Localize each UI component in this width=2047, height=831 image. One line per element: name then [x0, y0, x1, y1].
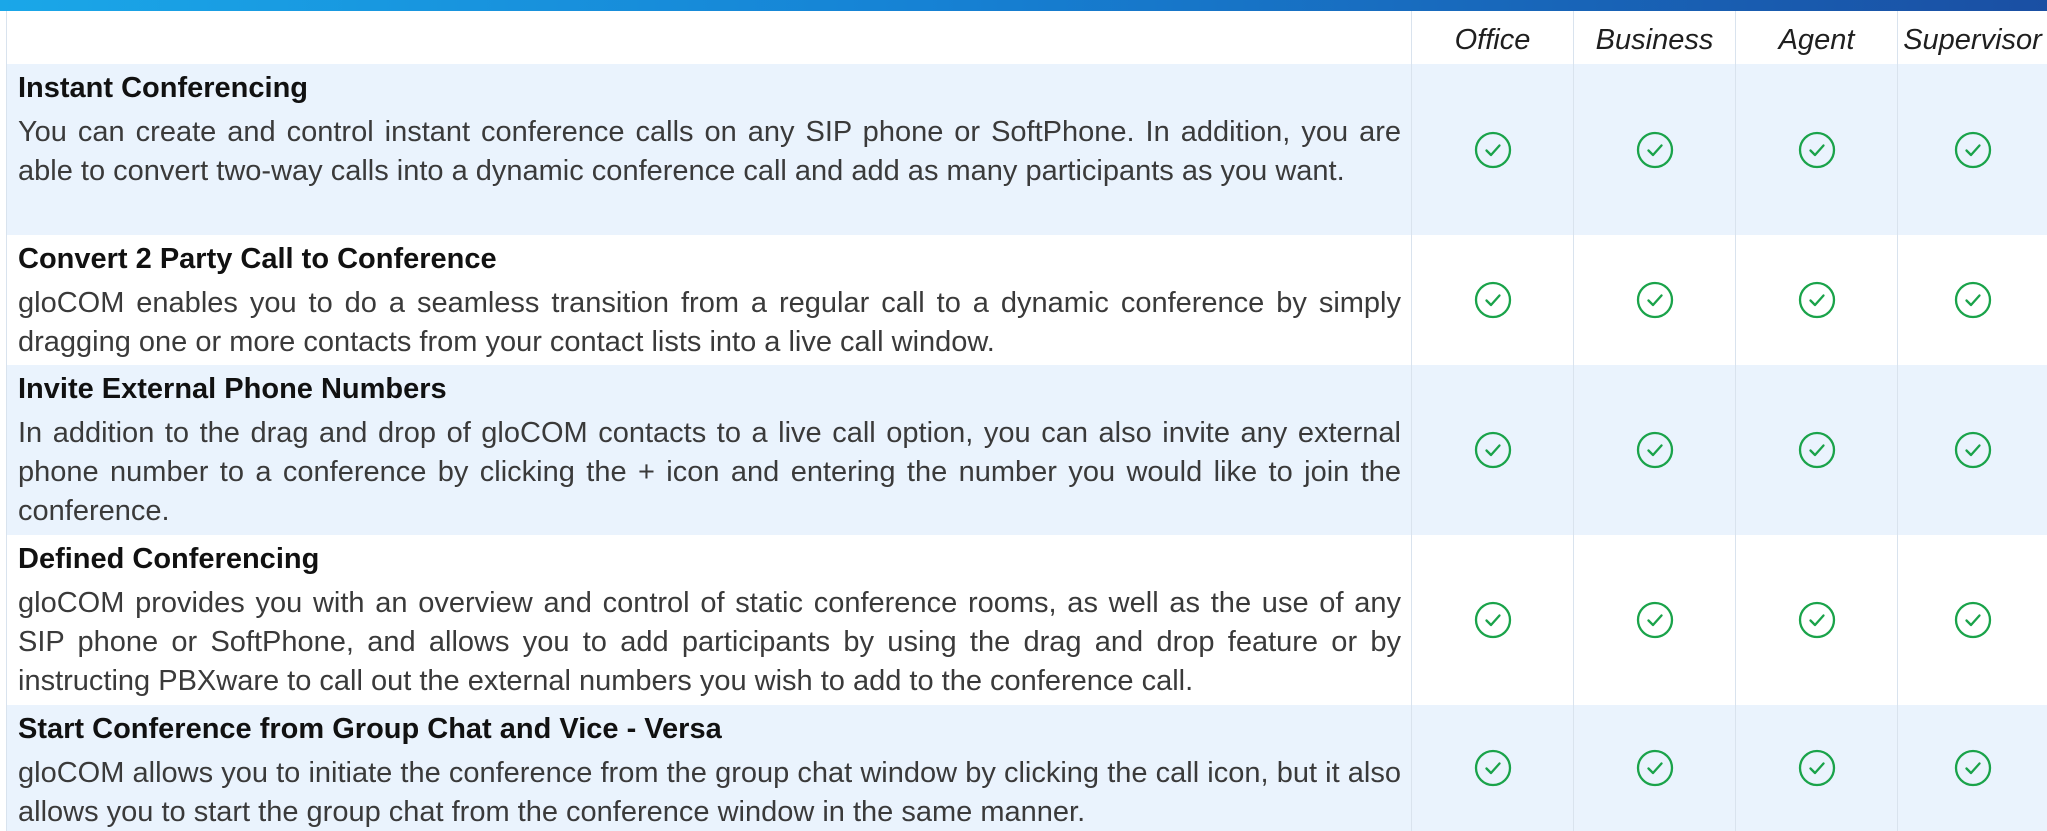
feature-cell: Defined Conferencing gloCOM provides you… — [7, 535, 1412, 705]
feature-description: gloCOM provides you with an overview and… — [18, 587, 1401, 698]
supervisor-check-cell — [1898, 64, 2047, 235]
check-circle-icon — [1636, 601, 1673, 639]
business-check-cell — [1574, 365, 1736, 535]
table-row: Defined Conferencing gloCOM provides you… — [6, 535, 2047, 705]
header-feature-cell — [7, 11, 1412, 64]
business-check-cell — [1574, 705, 1736, 831]
table-row: Instant Conferencing You can create and … — [6, 64, 2047, 235]
check-circle-icon — [1474, 749, 1511, 787]
office-check-cell — [1412, 535, 1574, 705]
check-circle-icon — [1474, 601, 1511, 639]
check-circle-icon — [1954, 131, 1991, 168]
supervisor-check-cell — [1898, 235, 2047, 365]
agent-check-cell — [1736, 64, 1898, 235]
header-supervisor-cell: Supervisor — [1898, 11, 2047, 64]
header-agent-cell: Agent — [1736, 11, 1898, 64]
feature-description: In addition to the drag and drop of gloC… — [18, 417, 1401, 528]
agent-check-cell — [1736, 235, 1898, 365]
check-circle-icon — [1636, 749, 1673, 787]
column-header-business: Business — [1595, 23, 1714, 56]
feature-description: gloCOM enables you to do a seamless tran… — [18, 287, 1401, 359]
check-circle-icon — [1954, 749, 1991, 787]
check-circle-icon — [1636, 431, 1673, 469]
feature-title: Defined Conferencing — [18, 543, 320, 575]
check-circle-icon — [1636, 281, 1673, 319]
check-circle-icon — [1954, 431, 1991, 469]
office-check-cell — [1412, 64, 1574, 235]
check-circle-icon — [1798, 131, 1835, 168]
check-circle-icon — [1954, 281, 1991, 319]
office-check-cell — [1412, 705, 1574, 831]
check-circle-icon — [1798, 431, 1835, 469]
supervisor-check-cell — [1898, 705, 2047, 831]
column-header-agent: Agent — [1778, 23, 1855, 56]
check-circle-icon — [1798, 749, 1835, 787]
business-check-cell — [1574, 64, 1736, 235]
table-row: Invite External Phone Numbers In additio… — [6, 365, 2047, 535]
supervisor-check-cell — [1898, 365, 2047, 535]
agent-check-cell — [1736, 535, 1898, 705]
column-header-supervisor: Supervisor — [1903, 23, 2042, 56]
feature-description: gloCOM allows you to initiate the confer… — [18, 757, 1401, 829]
check-circle-icon — [1798, 601, 1835, 639]
feature-title: Instant Conferencing — [18, 72, 309, 104]
feature-description: You can create and control instant confe… — [18, 116, 1401, 188]
feature-comparison-table: Office Business Agent Supervisor Instant… — [6, 11, 2047, 831]
office-check-cell — [1412, 235, 1574, 365]
feature-comparison-page: Office Business Agent Supervisor Instant… — [0, 0, 2047, 831]
check-circle-icon — [1474, 131, 1511, 168]
agent-check-cell — [1736, 705, 1898, 831]
agent-check-cell — [1736, 365, 1898, 535]
check-circle-icon — [1474, 431, 1511, 469]
feature-cell: Start Conference from Group Chat and Vic… — [7, 705, 1412, 831]
feature-cell: Instant Conferencing You can create and … — [7, 64, 1412, 235]
feature-cell: Invite External Phone Numbers In additio… — [7, 365, 1412, 535]
header-office-cell: Office — [1412, 11, 1574, 64]
feature-title: Start Conference from Group Chat and Vic… — [18, 713, 722, 745]
top-accent-bar — [0, 0, 2047, 11]
business-check-cell — [1574, 535, 1736, 705]
check-circle-icon — [1954, 601, 1991, 639]
table-header-row: Office Business Agent Supervisor — [6, 11, 2047, 64]
check-circle-icon — [1474, 281, 1511, 319]
supervisor-check-cell — [1898, 535, 2047, 705]
check-circle-icon — [1636, 131, 1673, 168]
office-check-cell — [1412, 365, 1574, 535]
check-circle-icon — [1798, 281, 1835, 319]
feature-title: Convert 2 Party Call to Conference — [18, 243, 497, 275]
header-business-cell: Business — [1574, 11, 1736, 64]
business-check-cell — [1574, 235, 1736, 365]
feature-cell: Convert 2 Party Call to Conference gloCO… — [7, 235, 1412, 365]
feature-title: Invite External Phone Numbers — [18, 373, 447, 405]
table-row: Start Conference from Group Chat and Vic… — [6, 705, 2047, 831]
column-header-office: Office — [1454, 23, 1531, 56]
table-row: Convert 2 Party Call to Conference gloCO… — [6, 235, 2047, 365]
